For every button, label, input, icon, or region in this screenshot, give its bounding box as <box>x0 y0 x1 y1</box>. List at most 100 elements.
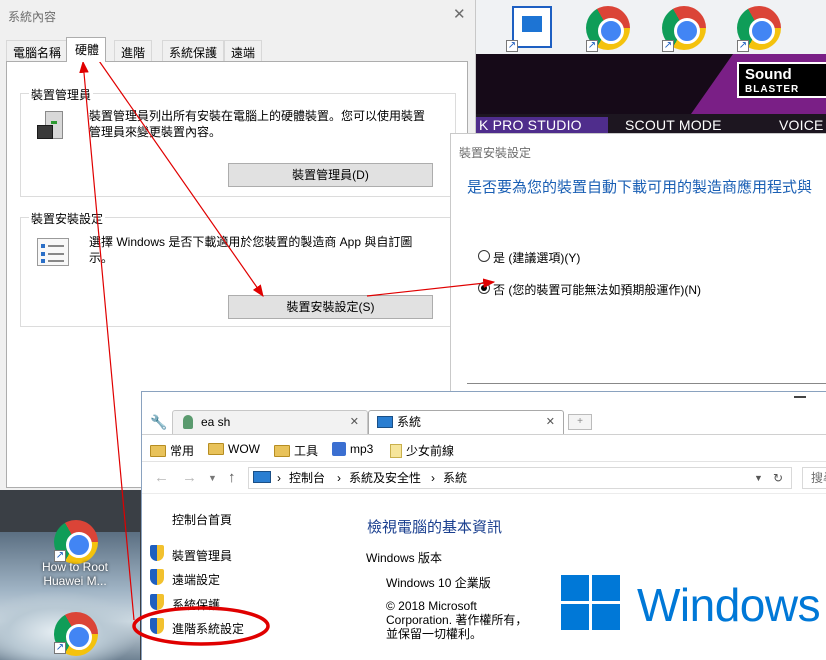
text-line: 管理員來變更裝置內容。 <box>89 125 222 139</box>
label-line: Huawei M... <box>43 574 107 588</box>
tab-pro-studio[interactable]: K PRO STUDIO <box>475 117 608 133</box>
radio-yes-label[interactable]: 是 (建議選項)(Y) <box>493 249 580 266</box>
desktop-icon-label[interactable]: How to Root Huawei M... <box>30 560 120 588</box>
edition-value: Windows 10 企業版 <box>386 576 491 590</box>
refresh-icon[interactable]: ↻ <box>773 468 783 488</box>
copyright-line: Corporation. 著作權所有， <box>386 613 528 627</box>
breadcrumb-control-panel[interactable]: 控制台 <box>289 468 325 488</box>
sidebar-home[interactable]: 控制台首頁 <box>172 511 232 528</box>
device-manager-icon <box>37 111 63 145</box>
sidebar-item-device-manager[interactable]: 裝置管理員 <box>172 547 232 564</box>
tab-computer-name[interactable]: 電腦名稱 <box>6 40 69 61</box>
person-icon <box>183 415 193 429</box>
group-title: 裝置管理員 <box>29 86 94 103</box>
forward-icon[interactable]: → <box>182 469 197 486</box>
device-manager-button[interactable]: 裝置管理員(D) <box>228 163 433 187</box>
music-icon <box>332 442 346 456</box>
radio-no[interactable] <box>478 282 490 294</box>
shield-icon <box>150 569 164 585</box>
browser-window: 🔧 ea sh ✕ 系統 ✕ + 常用 WOW 工具 mp3 少女前線 ← → … <box>141 391 826 660</box>
shortcut-arrow-icon: ↗ <box>662 40 674 52</box>
shortcut-arrow-icon: ↗ <box>586 40 598 52</box>
folder-icon <box>208 443 224 455</box>
bookmark-label: 少女前線 <box>406 444 455 458</box>
window-title: 系統內容 <box>8 10 57 24</box>
shortcut-arrow-icon: ↗ <box>506 40 518 52</box>
bookmark-item[interactable]: mp3 <box>332 442 373 456</box>
bookmark-item[interactable]: WOW <box>208 442 260 456</box>
sidebar-item-advanced-settings[interactable]: 進階系統設定 <box>172 620 244 637</box>
dialog-question: 是否要為您的裝置自動下載可用的製造商應用程式與 <box>467 179 813 196</box>
copyright-text: © 2018 Microsoft Corporation. 著作權所有， 並保留… <box>386 599 527 641</box>
text-line: 選擇 Windows 是否下載適用於您裝置的製造商 App 與自訂圖 <box>89 235 413 249</box>
radio-yes[interactable] <box>478 250 490 262</box>
tab-advanced[interactable]: 進階 <box>114 40 153 61</box>
tab-hardware[interactable]: 硬體 <box>66 37 107 62</box>
bookmark-item[interactable]: 工具 <box>274 442 318 459</box>
new-tab-button[interactable]: + <box>568 414 592 430</box>
device-manager-group: 裝置管理員 裝置管理員列出所有安裝在電腦上的硬體裝置。您可以使用裝置 管理員來變… <box>20 86 456 197</box>
sound-blaster-logo: Sound BLASTER <box>737 62 826 98</box>
dialog-divider <box>467 383 826 384</box>
dropdown-icon[interactable]: ▼ <box>208 473 217 483</box>
bookmarks-bar: 常用 WOW 工具 mp3 少女前線 <box>142 434 826 462</box>
windows-brand-text: Windows <box>637 579 821 631</box>
wrench-icon[interactable]: 🔧 <box>150 414 167 431</box>
tab-remote[interactable]: 遠端 <box>224 40 263 61</box>
page-title: 檢視電腦的基本資訊 <box>367 519 503 536</box>
breadcrumb-system[interactable]: 系統 <box>443 468 467 488</box>
text-line: 示。 <box>89 251 114 265</box>
tab-system-protection[interactable]: 系統保護 <box>162 40 225 61</box>
dialog-title: 裝置安裝設定 <box>459 146 532 160</box>
breadcrumb-separator: › <box>277 471 281 485</box>
back-icon[interactable]: ← <box>154 469 169 486</box>
monitor-icon <box>253 471 271 483</box>
monitor-icon <box>377 416 393 428</box>
windows-logo-icon <box>561 575 621 631</box>
tab-scout-mode[interactable]: SCOUT MODE <box>625 117 722 133</box>
tab-label: 系統 <box>397 415 422 429</box>
device-install-group: 裝置安裝設定 選擇 Windows 是否下載適用於您裝置的製造商 App 與自訂… <box>20 210 456 327</box>
up-icon[interactable]: ↑ <box>228 469 236 486</box>
bookmark-label: 常用 <box>170 444 195 458</box>
device-install-dialog: 裝置安裝設定 是否要為您的裝置自動下載可用的製造商應用程式與 是 (建議選項)(… <box>450 133 826 391</box>
close-icon[interactable]: ✕ <box>350 411 359 433</box>
device-manager-description: 裝置管理員列出所有安裝在電腦上的硬體裝置。您可以使用裝置 管理員來變更裝置內容。 <box>89 108 425 140</box>
close-icon[interactable]: ✕ <box>453 5 466 23</box>
text-line: 裝置管理員列出所有安裝在電腦上的硬體裝置。您可以使用裝置 <box>89 109 426 123</box>
shortcut-arrow-icon: ↗ <box>54 642 66 654</box>
page-icon <box>390 444 402 458</box>
bookmark-label: 工具 <box>294 444 319 458</box>
browser-tab-ea-sh[interactable]: ea sh ✕ <box>172 410 368 434</box>
folder-icon <box>274 445 290 457</box>
logo-text: Sound <box>745 66 792 83</box>
close-icon[interactable]: ✕ <box>546 411 555 433</box>
search-input[interactable]: 搜尋 <box>802 467 826 489</box>
folder-icon <box>150 445 166 457</box>
address-bar: ← → ▼ ↑ › 控制台 › 系統及安全性 › 系統 ▼ ↻ 搜尋 <box>142 462 826 494</box>
group-title: 裝置安裝設定 <box>29 210 106 227</box>
logo-subtext: BLASTER <box>745 84 800 95</box>
shield-icon <box>150 545 164 561</box>
tab-label: ea sh <box>201 415 231 429</box>
chevron-down-icon[interactable]: ▼ <box>754 468 763 488</box>
breadcrumb[interactable]: › 控制台 › 系統及安全性 › 系統 ▼ ↻ <box>248 467 792 489</box>
bookmark-item[interactable]: 常用 <box>150 442 194 459</box>
radio-no-label[interactable]: 否 (您的裝置可能無法如預期般運作)(N) <box>493 281 701 298</box>
breadcrumb-security[interactable]: 系統及安全性 <box>349 468 421 488</box>
shortcut-arrow-icon: ↗ <box>737 40 749 52</box>
tab-strip: 🔧 ea sh ✕ 系統 ✕ + <box>142 392 826 434</box>
device-install-settings-button[interactable]: 裝置安裝設定(S) <box>228 295 433 319</box>
bookmark-label: WOW <box>228 442 260 456</box>
section-windows-edition: Windows 版本 <box>366 551 443 565</box>
tab-voice[interactable]: VOICE <box>779 117 824 133</box>
sidebar-item-protection[interactable]: 系統保護 <box>172 596 220 613</box>
minimize-icon[interactable] <box>794 396 806 398</box>
bookmark-label: mp3 <box>350 442 374 456</box>
sidebar-item-remote[interactable]: 遠端設定 <box>172 571 220 588</box>
shortcut-file-icon[interactable] <box>512 6 552 48</box>
browser-tab-system[interactable]: 系統 ✕ <box>368 410 564 434</box>
breadcrumb-separator: › <box>337 471 341 485</box>
copyright-line: 並保留一切權利。 <box>386 627 483 641</box>
bookmark-item[interactable]: 少女前線 <box>390 442 454 459</box>
